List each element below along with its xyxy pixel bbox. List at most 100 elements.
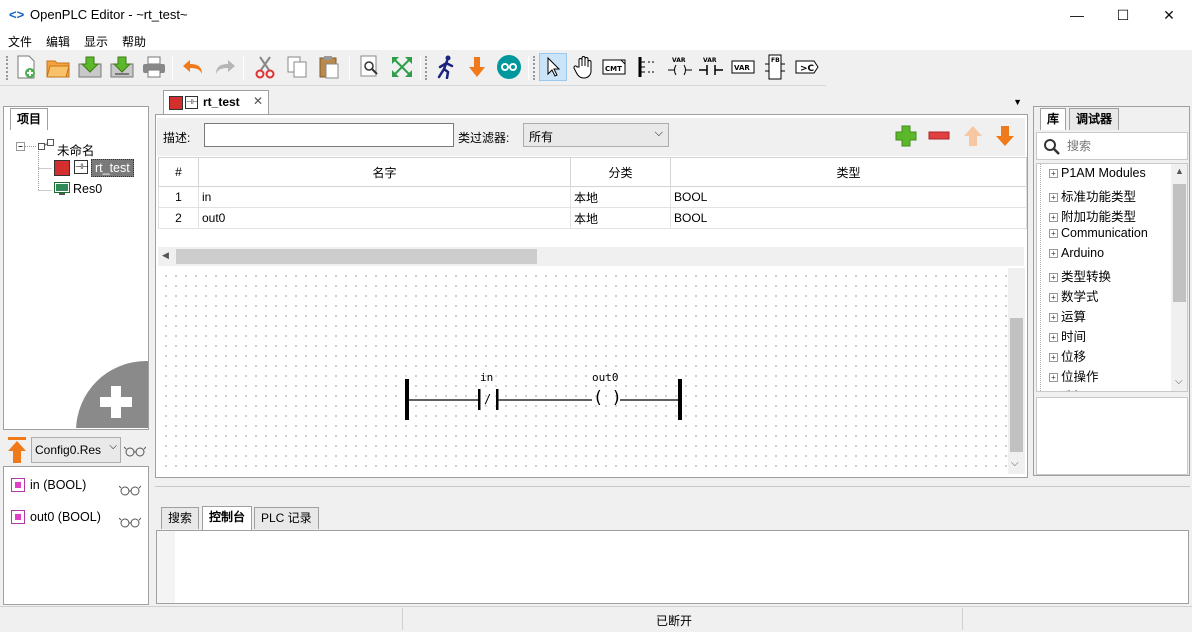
library-item[interactable]: + 位移 [1049,346,1086,365]
move-up-icon[interactable] [961,124,985,148]
arduino-icon[interactable] [495,53,523,81]
variable-name-cell[interactable]: in [198,186,571,208]
tab-console[interactable]: 控制台 [202,506,253,530]
scroll-left-icon[interactable]: ◀ [162,250,169,261]
library-item[interactable]: + 类型转换 [1049,266,1111,285]
maximize-button[interactable]: ☐ [1100,0,1146,30]
new-file-icon[interactable] [12,53,40,81]
right-power-rail[interactable] [678,379,682,420]
scroll-down-icon[interactable]: ⌵ [1011,458,1019,469]
left-power-rail[interactable] [405,379,409,420]
undo-icon[interactable] [179,53,207,81]
save-as-icon[interactable] [108,53,136,81]
contact-right-plate[interactable] [496,389,499,410]
move-down-icon[interactable] [993,124,1017,148]
variable-type-cell[interactable]: BOOL [670,207,1027,229]
menu-view[interactable]: 显示 [84,33,108,50]
run-simulation-icon[interactable] [432,53,460,81]
library-item[interactable]: + 位操作 [1049,366,1099,385]
description-input[interactable] [204,123,454,147]
coil-label[interactable]: out0 [592,371,619,384]
toolbar-grip[interactable] [6,56,10,80]
tab-library[interactable]: 库 [1040,108,1067,130]
variable-block-icon[interactable]: VAR [729,53,757,81]
tree-item-rt-test[interactable]: rt_test [91,159,134,177]
hand-move-icon[interactable] [570,53,598,81]
expand-icon[interactable]: + [1049,249,1058,258]
remove-variable-icon[interactable] [927,124,951,148]
menu-help[interactable]: 帮助 [122,33,146,50]
library-item[interactable]: + 数学式 [1049,286,1099,305]
contact-label[interactable]: in [480,371,493,384]
close-button[interactable]: ✕ [1146,0,1192,30]
upload-arrow-icon[interactable] [6,436,28,464]
save-icon[interactable] [76,53,104,81]
config-select[interactable]: Config0.Res ⌵ [31,437,121,463]
library-scroll-thumb[interactable] [1173,184,1186,302]
expand-icon[interactable]: + [1049,273,1058,282]
variable-class-cell[interactable]: 本地 [570,207,671,229]
library-item[interactable]: + Communication [1049,226,1148,240]
column-header-number[interactable]: # [158,157,199,187]
column-header-type[interactable]: 类型 [670,157,1027,187]
add-variable-icon[interactable] [894,124,918,148]
library-item[interactable]: +选择 [1049,386,1086,391]
tab-project[interactable]: 项目 [10,108,49,130]
debug-glasses-icon[interactable] [118,484,142,499]
close-tab-icon[interactable]: ✕ [253,94,263,108]
print-icon[interactable] [140,53,168,81]
coil-icon[interactable]: VAR [697,53,725,81]
tree-item-res0[interactable]: Res0 [73,182,102,196]
debug-glasses-icon[interactable] [123,445,147,460]
coil-symbol[interactable]: ( ) [593,388,622,408]
class-filter-select[interactable]: 所有 ⌵ [523,123,669,147]
library-item[interactable]: + 附加功能类型 [1049,206,1136,225]
table-row[interactable]: 1 in 本地 BOOL [158,186,1027,208]
library-item[interactable]: + 运算 [1049,306,1086,325]
horizontal-scroll-thumb[interactable] [176,249,537,264]
library-scrollbar[interactable]: ▲ ⌵ [1171,164,1187,391]
debug-glasses-icon[interactable] [118,516,142,531]
transfer-program-icon[interactable] [463,53,491,81]
tab-plc-log[interactable]: PLC 记录 [254,507,319,529]
scroll-up-icon[interactable]: ▲ [1175,166,1184,176]
redo-icon[interactable] [211,53,239,81]
zoom-icon[interactable] [356,53,384,81]
contact-left-plate[interactable] [478,389,481,410]
console-output[interactable] [156,530,1189,604]
expand-icon[interactable]: + [1049,353,1058,362]
function-block-icon[interactable]: FB [761,53,789,81]
toolbar-grip[interactable] [533,56,537,80]
variable-name-cell[interactable]: out0 [198,207,571,229]
ladder-diagram-canvas[interactable]: in / out0 ( ) [158,268,1008,474]
variable-item-out0[interactable]: out0 (BOOL) [30,510,101,524]
copy-icon[interactable] [283,53,311,81]
menu-file[interactable]: 文件 [8,33,32,50]
expand-icon[interactable]: + [1049,313,1058,322]
select-pointer-icon[interactable] [539,53,567,81]
open-folder-icon[interactable] [44,53,72,81]
tab-list-dropdown-icon[interactable]: ▼ [1013,97,1022,107]
contact-icon[interactable]: VAR [666,53,694,81]
minimize-button[interactable]: — [1054,0,1100,30]
expand-icon[interactable]: + [1049,229,1058,238]
connection-icon[interactable]: >C [793,53,821,81]
cut-icon[interactable] [251,53,279,81]
library-item[interactable]: + 时间 [1049,326,1086,345]
splitter[interactable] [155,486,1190,487]
tab-rt-test[interactable]: ⊣⊢ rt_test ✕ [163,90,269,114]
expand-icon[interactable]: + [1049,373,1058,382]
variable-class-cell[interactable]: 本地 [570,186,671,208]
expand-icon[interactable]: + [1049,333,1058,342]
library-item[interactable]: + 标准功能类型 [1049,186,1136,205]
fullscreen-icon[interactable] [388,53,416,81]
tree-item-project-root[interactable]: 未命名 [57,140,95,159]
expand-icon[interactable]: + [1049,169,1058,178]
toolbar-grip[interactable] [425,56,429,80]
expand-icon[interactable]: + [1049,293,1058,302]
power-rail-icon[interactable] [634,53,662,81]
library-item[interactable]: + P1AM Modules [1049,166,1146,180]
expand-icon[interactable]: + [1049,193,1058,202]
variable-type-cell[interactable]: BOOL [670,186,1027,208]
expand-icon[interactable]: + [1049,213,1058,222]
